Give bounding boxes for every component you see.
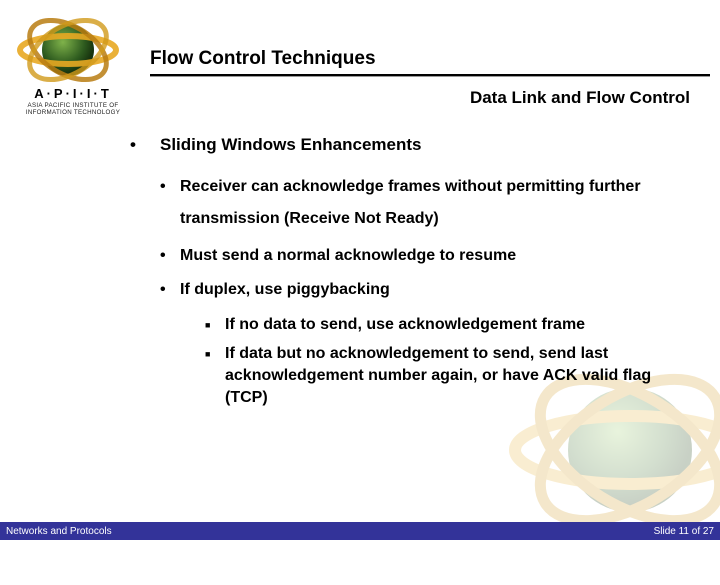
sub-bullet-text: If no data to send, use acknowledgement … xyxy=(225,314,690,336)
logo-acronym: A·P·I·I·T xyxy=(8,86,138,101)
sub-bullet-item: ■ If no data to send, use acknowledgemen… xyxy=(205,314,690,336)
logo-subtitle: ASIA PACIFIC INSTITUTE OF INFORMATION TE… xyxy=(8,102,138,116)
slide-content: • Sliding Windows Enhancements • Receive… xyxy=(130,135,690,416)
bullet-level2: • xyxy=(160,171,180,235)
bullet-level3: ■ xyxy=(205,314,225,336)
bullet-item: • Must send a normal acknowledge to resu… xyxy=(160,245,690,267)
bullet-text: If duplex, use piggybacking xyxy=(180,279,690,301)
slide-footer: Networks and Protocols Slide 11 of 27 xyxy=(0,522,720,540)
title-rule xyxy=(150,74,710,77)
bullet-level1: • xyxy=(130,135,160,155)
bullet-text: Receiver can acknowledge frames without … xyxy=(180,171,690,235)
slide-subtitle: Data Link and Flow Control xyxy=(470,88,690,108)
bullet-level2: • xyxy=(160,279,180,301)
bullet-level2: • xyxy=(160,245,180,267)
bullet-item: • Receiver can acknowledge frames withou… xyxy=(160,171,690,235)
footer-left: Networks and Protocols xyxy=(6,526,112,537)
logo-globe xyxy=(8,18,128,83)
logo-text-block: A·P·I·I·T ASIA PACIFIC INSTITUTE OF INFO… xyxy=(8,86,138,116)
bullet-level3: ■ xyxy=(205,343,225,408)
bullet-text: Must send a normal acknowledge to resume xyxy=(180,245,690,267)
slide-header: Flow Control Techniques xyxy=(150,48,710,77)
footer-right: Slide 11 of 27 xyxy=(654,526,714,537)
sub-bullet-text: If data but no acknowledgement to send, … xyxy=(225,343,690,408)
content-heading: Sliding Windows Enhancements xyxy=(160,135,421,155)
sub-bullet-item: ■ If data but no acknowledgement to send… xyxy=(205,343,690,408)
slide-title: Flow Control Techniques xyxy=(150,48,710,72)
content-heading-row: • Sliding Windows Enhancements xyxy=(130,135,690,155)
bullet-item: • If duplex, use piggybacking xyxy=(160,279,690,301)
